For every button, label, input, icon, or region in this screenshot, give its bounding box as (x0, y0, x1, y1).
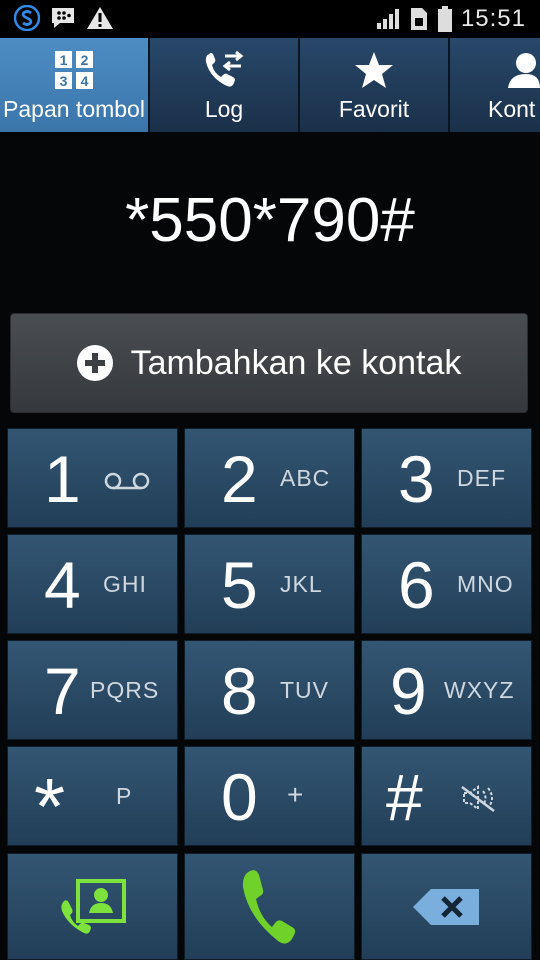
key-letters: ABC (280, 465, 331, 491)
dialed-number-display[interactable]: *550*790# (0, 185, 540, 256)
key-digit: 2 (221, 442, 258, 516)
key-digit: 4 (44, 548, 81, 622)
contacts-icon (508, 53, 540, 88)
svg-text:2: 2 (81, 52, 89, 68)
mute-icon (461, 785, 495, 812)
tab-keypad[interactable]: 1 2 3 4 Papan tombol (0, 38, 150, 132)
key-letters: DEF (457, 465, 506, 491)
key-digit: * (34, 762, 66, 851)
key-digit: 6 (398, 548, 435, 622)
key-letters: JKL (280, 571, 323, 597)
contacts-call-icon (60, 878, 126, 934)
voicemail-icon (104, 472, 150, 490)
status-clock: 15:51 (460, 5, 526, 32)
add-to-contacts-button[interactable]: Tambahkan ke kontak (10, 313, 528, 413)
key-5[interactable]: 5 JKL (184, 534, 355, 634)
sim-icon (410, 8, 427, 30)
key-digit: 8 (221, 654, 258, 728)
key-0[interactable]: 0 + (184, 746, 355, 846)
key-digit: # (386, 760, 423, 834)
key-digit: 7 (44, 654, 81, 728)
svg-text:4: 4 (81, 73, 89, 89)
tab-label: Papan tombol (3, 96, 145, 122)
key-letters: P (116, 783, 133, 809)
keypad-icon: 1 2 3 4 (55, 51, 93, 89)
contacts-call-button[interactable] (7, 853, 178, 960)
key-star[interactable]: * P (7, 746, 178, 851)
key-digit: 3 (398, 442, 435, 516)
call-button[interactable] (184, 853, 355, 960)
add-to-contacts-label: Tambahkan ke kontak (130, 343, 462, 382)
tab-label: Log (204, 96, 244, 122)
key-letters: WXYZ (444, 677, 515, 703)
key-letters: GHI (103, 571, 147, 597)
call-log-icon (205, 50, 244, 87)
tab-favorites[interactable]: Favorit (300, 38, 450, 132)
tab-label: Kont (488, 96, 536, 122)
key-1[interactable]: 1 (7, 428, 178, 528)
battery-icon (437, 6, 452, 32)
key-letters: TUV (280, 677, 329, 703)
key-8[interactable]: 8 TUV (184, 640, 355, 740)
svg-text:1: 1 (60, 52, 68, 68)
key-letters: MNO (457, 571, 514, 597)
backspace-button[interactable] (361, 853, 532, 960)
backspace-icon (412, 888, 479, 925)
key-9[interactable]: 9 WXYZ (361, 640, 532, 740)
key-3[interactable]: 3 DEF (361, 428, 532, 528)
star-icon (355, 52, 393, 88)
plus-circle-icon (76, 345, 113, 381)
key-4[interactable]: 4 GHI (7, 534, 178, 634)
key-hash[interactable]: # (361, 746, 532, 846)
tab-log[interactable]: Log (150, 38, 300, 132)
key-digit: 5 (221, 548, 258, 622)
call-icon (242, 869, 295, 944)
key-7[interactable]: 7 PQRS (7, 640, 178, 740)
key-digit: 9 (390, 654, 427, 728)
key-letters: PQRS (90, 677, 160, 703)
dial-keypad: 1 2 ABC 3 DEF 4 GHI 5 JKL 6 MNO 7 PQRS 8… (0, 428, 540, 960)
key-2[interactable]: 2 ABC (184, 428, 355, 528)
tab-bar: 1 2 3 4 Papan tombol Log Favorit Kont (0, 38, 540, 132)
key-digit: 0 (221, 760, 258, 834)
s-app-icon (14, 5, 40, 31)
bbm-chat-icon (52, 8, 74, 28)
signal-icon (376, 9, 399, 29)
warning-icon (87, 7, 113, 29)
key-digit: 1 (44, 442, 81, 516)
svg-text:3: 3 (60, 73, 68, 89)
status-bar: 15:51 (0, 0, 540, 38)
tab-contacts[interactable]: Kont (450, 38, 540, 132)
tab-label: Favorit (338, 96, 410, 122)
key-6[interactable]: 6 MNO (361, 534, 532, 634)
key-letters: + (287, 779, 305, 810)
